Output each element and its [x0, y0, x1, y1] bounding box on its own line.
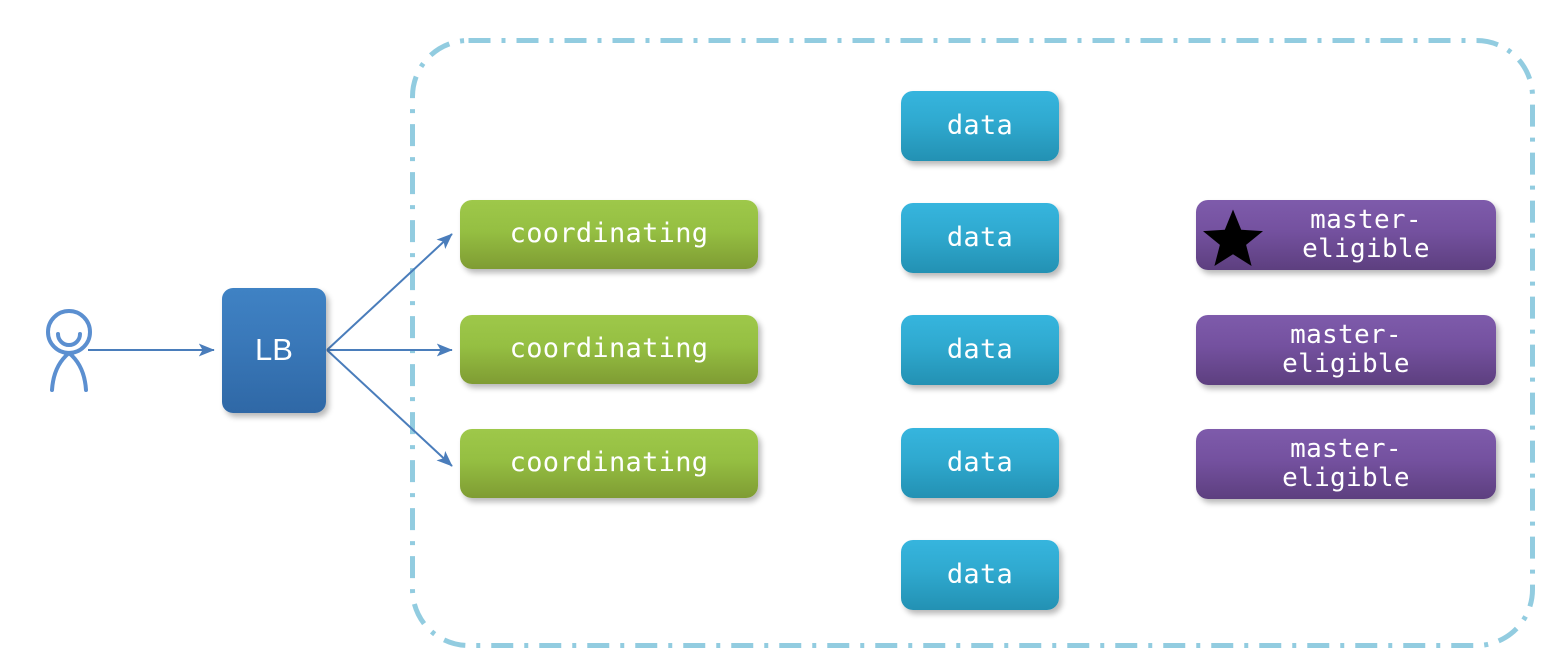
- master-eligible-node-2[interactable]: master- eligible: [1196, 315, 1496, 385]
- master-eligible-node-3-label: master- eligible: [1282, 433, 1410, 493]
- connector-lb-to-coordinating-1: [326, 233, 453, 351]
- load-balancer-node[interactable]: LB: [222, 288, 326, 413]
- data-node-5-label: data: [946, 558, 1014, 590]
- data-node-3[interactable]: data: [901, 315, 1059, 385]
- coordinating-node-1[interactable]: coordinating: [460, 200, 758, 269]
- data-node-2-label: data: [946, 221, 1014, 253]
- data-node-4-label: data: [946, 446, 1014, 478]
- master-eligible-node-3[interactable]: master- eligible: [1196, 429, 1496, 499]
- data-node-5[interactable]: data: [901, 540, 1059, 610]
- master-eligible-node-1-label: master- eligible: [1302, 204, 1430, 264]
- coordinating-node-3-label: coordinating: [509, 447, 709, 479]
- coordinating-node-2-label: coordinating: [509, 333, 709, 365]
- diagram-canvas: LB coordinating coordinating coordinatin…: [0, 0, 1547, 659]
- master-eligible-node-2-label: master- eligible: [1282, 319, 1410, 379]
- data-node-3-label: data: [946, 333, 1014, 365]
- data-node-1-label: data: [946, 109, 1014, 141]
- data-node-4[interactable]: data: [901, 428, 1059, 498]
- coordinating-node-1-label: coordinating: [509, 218, 709, 250]
- data-node-1[interactable]: data: [901, 91, 1059, 161]
- star-icon: [1203, 209, 1263, 266]
- data-node-2[interactable]: data: [901, 203, 1059, 273]
- person-icon: [46, 309, 92, 392]
- coordinating-node-2[interactable]: coordinating: [460, 315, 758, 384]
- load-balancer-label: LB: [255, 332, 293, 368]
- master-eligible-node-1[interactable]: master- eligible: [1196, 200, 1496, 270]
- coordinating-node-3[interactable]: coordinating: [460, 429, 758, 498]
- connector-lb-to-coordinating-3: [326, 349, 453, 467]
